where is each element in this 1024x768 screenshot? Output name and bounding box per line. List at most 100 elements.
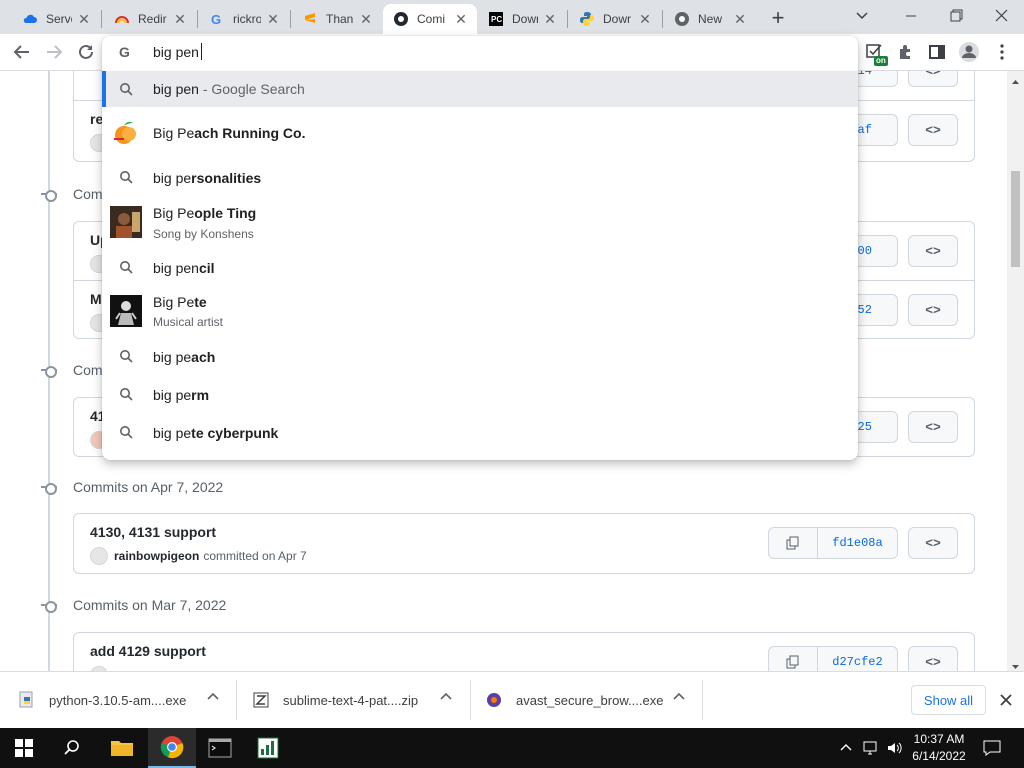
taskbar-search-button[interactable] <box>48 728 96 768</box>
browse-code-button[interactable]: <> <box>908 71 958 87</box>
puzzle-icon <box>900 45 910 59</box>
copy-sha-button[interactable] <box>768 646 818 671</box>
chevron-up-icon[interactable] <box>206 690 220 704</box>
taskbar-file-explorer[interactable] <box>98 728 146 768</box>
download-item[interactable]: avast_secure_brow....exe <box>485 680 663 720</box>
commit-message[interactable]: 4130, 4131 support <box>90 524 216 540</box>
omnibox-suggestion[interactable]: big pete cyberpunk <box>102 413 858 451</box>
omnibox-suggestion[interactable]: big pencil <box>102 248 858 286</box>
tab-serve[interactable]: Serve ✕ <box>12 4 100 34</box>
tray-chevron-icon[interactable] <box>838 740 854 756</box>
forward-button[interactable] <box>40 38 68 66</box>
tab-redir[interactable]: Redir ✕ <box>104 4 196 34</box>
extension-toggle-button[interactable]: on <box>862 38 890 66</box>
side-panel-button[interactable] <box>923 38 951 66</box>
omnibox-suggestion[interactable]: big peach <box>102 337 858 375</box>
copy-sha-button[interactable] <box>768 527 818 559</box>
close-icon[interactable]: ✕ <box>453 11 469 27</box>
browse-code-button[interactable]: <> <box>908 646 958 671</box>
download-item[interactable]: sublime-text-4-pat....zip <box>252 680 418 720</box>
volume-icon[interactable] <box>886 739 904 757</box>
copy-icon <box>786 536 799 550</box>
google-g-icon: G <box>118 44 134 60</box>
svg-text:G: G <box>211 12 221 27</box>
close-icon[interactable]: ✕ <box>265 11 281 27</box>
scroll-thumb[interactable] <box>1011 171 1020 267</box>
suggestion-text: big pencil <box>153 260 215 276</box>
scroll-up-arrow-icon[interactable] <box>1011 73 1020 84</box>
reload-button[interactable] <box>72 38 100 66</box>
omnibox-dropdown: G big pen big pen - Google Search Big Pe… <box>102 36 858 460</box>
commit-message[interactable]: add 4129 support <box>90 643 206 659</box>
taskbar-app-chart[interactable] <box>244 728 292 768</box>
network-icon[interactable] <box>862 739 880 757</box>
search-icon <box>110 378 142 410</box>
avast-icon <box>485 691 503 709</box>
extensions-button[interactable] <box>892 38 920 66</box>
tab-rickro[interactable]: G rickro ✕ <box>199 4 289 34</box>
download-item[interactable]: python-3.10.5-am....exe <box>18 680 186 720</box>
profile-button[interactable] <box>955 38 983 66</box>
omnibox-suggestion[interactable]: big pen - Google Search <box>102 71 858 107</box>
commit-sha-link[interactable]: d27cfe2 <box>818 646 898 671</box>
close-downloads-bar-icon[interactable] <box>998 692 1014 708</box>
tab-commits[interactable]: Comi ✕ <box>383 4 477 34</box>
taskbar-terminal[interactable] <box>196 728 244 768</box>
taskbar-date[interactable]: 6/14/2022 <box>906 749 972 763</box>
close-window-icon[interactable] <box>986 6 1016 26</box>
browse-code-button[interactable]: <> <box>908 411 958 443</box>
close-icon[interactable]: ✕ <box>76 11 92 27</box>
close-icon[interactable]: ✕ <box>172 11 188 27</box>
suggestion-completion: rm <box>191 387 210 403</box>
close-icon[interactable]: ✕ <box>358 11 374 27</box>
close-icon[interactable]: ✕ <box>732 11 748 27</box>
omnibox-input[interactable]: big pen <box>153 44 199 60</box>
new-tab-button[interactable]: + <box>764 4 792 32</box>
tab-download-python[interactable]: Dowr ✕ <box>569 4 661 34</box>
scroll-down-arrow-icon[interactable] <box>1011 659 1020 669</box>
commit-sha-link[interactable]: fd1e08a <box>818 527 898 559</box>
minimize-icon[interactable] <box>896 6 926 26</box>
start-button[interactable] <box>0 728 48 768</box>
omnibox[interactable]: G big pen <box>102 36 858 70</box>
suggestion-text: Big Pete <box>153 294 207 310</box>
browse-code-button[interactable]: <> <box>908 527 958 559</box>
suggestion-query: Big Pe <box>153 125 195 141</box>
tab-thank[interactable]: Thank ✕ <box>292 4 382 34</box>
show-all-downloads-button[interactable]: Show all <box>911 685 986 715</box>
omnibox-suggestion[interactable]: big personalities <box>102 158 858 196</box>
tab-strip: Serve ✕ Redir ✕ G rickro ✕ Thank ✕ Comi … <box>0 0 1024 34</box>
commit-message[interactable]: M <box>90 291 102 307</box>
chevron-up-icon[interactable] <box>672 690 686 704</box>
page-scrollbar[interactable] <box>1007 71 1024 671</box>
menu-button[interactable] <box>988 38 1016 66</box>
maximize-icon[interactable] <box>941 6 971 26</box>
tab-search-icon[interactable] <box>850 6 874 26</box>
commit-list: 4130, 4131 support rainbowpigeon committ… <box>73 513 975 574</box>
browse-code-button[interactable]: <> <box>908 235 958 267</box>
commit-author-link[interactable]: rainbowpigeon <box>114 549 199 563</box>
browse-code-button[interactable]: <> <box>908 114 958 146</box>
omnibox-suggestion[interactable]: Big Peach Running Co. <box>102 111 858 155</box>
close-icon[interactable]: ✕ <box>542 11 558 27</box>
taskbar-time[interactable]: 10:37 AM <box>906 732 972 746</box>
chevron-up-icon[interactable] <box>439 690 453 704</box>
browse-code-button[interactable]: <> <box>908 294 958 326</box>
tab-title: Redir <box>138 12 167 26</box>
taskbar-chrome[interactable] <box>148 728 196 768</box>
back-button[interactable] <box>8 38 36 66</box>
omnibox-suggestion[interactable]: big perm <box>102 375 858 413</box>
close-icon[interactable]: ✕ <box>637 11 653 27</box>
windows-taskbar: 10:37 AM 6/14/2022 <box>0 728 1024 768</box>
omnibox-suggestion[interactable]: Big People Ting Song by Konshens <box>102 196 858 248</box>
tab-new[interactable]: New ✕ <box>664 4 756 34</box>
folder-icon <box>111 741 133 756</box>
suggestion-subtitle: Song by Konshens <box>153 227 254 241</box>
suggestion-text: big pen - Google Search <box>153 81 305 97</box>
tab-download-pycharm[interactable]: PC Dowr ✕ <box>478 4 566 34</box>
omnibox-suggestion[interactable]: Big Pete Musical artist <box>102 286 858 336</box>
back-arrow-icon <box>13 45 29 59</box>
avatar[interactable] <box>90 547 108 565</box>
notification-icon[interactable] <box>982 739 1002 757</box>
download-separator <box>470 680 471 720</box>
